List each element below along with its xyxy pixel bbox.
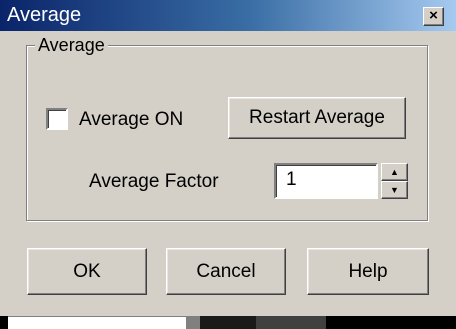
ok-button[interactable]: OK: [27, 248, 147, 295]
close-icon: ×: [429, 7, 438, 24]
average-factor-label: Average Factor: [89, 171, 219, 192]
cancel-button[interactable]: Cancel: [166, 248, 286, 295]
spin-down-button[interactable]: ▼: [381, 181, 408, 199]
up-arrow-icon: ▲: [390, 167, 399, 177]
window-title: Average: [7, 4, 82, 26]
spin-up-button[interactable]: ▲: [381, 163, 408, 181]
title-bar[interactable]: Average ×: [0, 0, 456, 31]
groupbox-legend: Average: [35, 34, 108, 56]
restart-average-button[interactable]: Restart Average: [228, 97, 406, 139]
close-button[interactable]: ×: [423, 7, 444, 26]
average-factor-spinner[interactable]: ▲ ▼: [381, 163, 408, 199]
average-factor-input[interactable]: 1: [274, 163, 378, 199]
help-button[interactable]: Help: [307, 248, 429, 295]
down-arrow-icon: ▼: [390, 185, 399, 195]
average-on-checkbox[interactable]: [46, 108, 68, 130]
average-on-label[interactable]: Average ON: [79, 109, 183, 131]
background-window-strip: [0, 316, 456, 329]
